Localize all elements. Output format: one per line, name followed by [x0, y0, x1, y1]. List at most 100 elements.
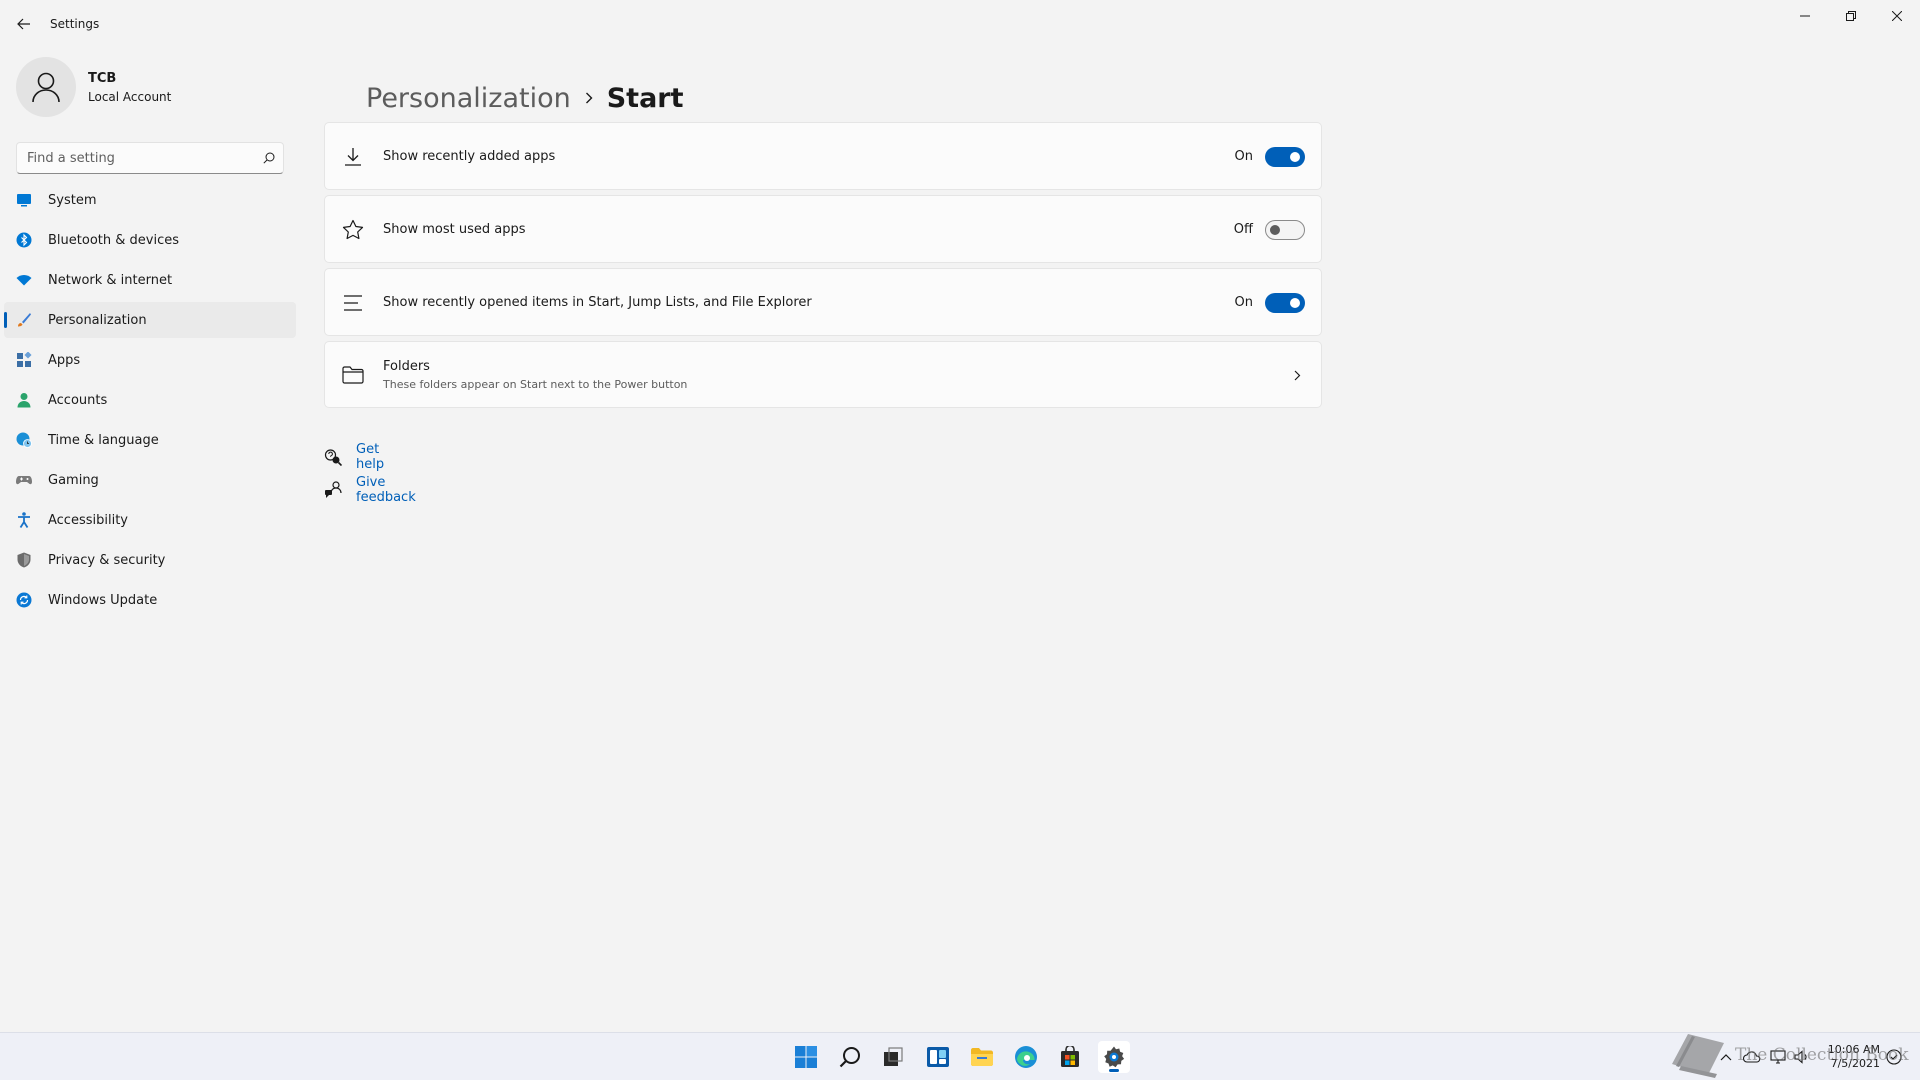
sidebar-item-accounts[interactable]: Accounts — [4, 382, 296, 418]
back-button[interactable] — [10, 10, 38, 38]
search-button[interactable] — [834, 1041, 866, 1073]
search-box[interactable] — [16, 142, 284, 174]
folder-icon — [971, 1048, 993, 1066]
apps-icon — [17, 352, 32, 367]
widgets-button[interactable] — [922, 1041, 954, 1073]
recently-added-apps-toggle[interactable] — [1265, 147, 1305, 167]
sidebar-item-label: Personalization — [48, 312, 147, 328]
setting-label: Show most used apps — [383, 222, 526, 237]
account-type: Local Account — [88, 90, 172, 104]
account-panel[interactable]: TCB Local Account — [16, 57, 296, 117]
avatar[interactable] — [16, 57, 76, 117]
toggle-knob — [1270, 225, 1280, 235]
gamepad-icon — [16, 476, 32, 485]
account-name: TCB — [88, 71, 117, 86]
windows-logo-icon — [795, 1046, 817, 1068]
gear-icon — [1104, 1046, 1125, 1068]
download-icon — [341, 145, 365, 169]
setting-recently-added-apps[interactable]: Show recently added apps On — [324, 122, 1322, 190]
minimize-icon — [1800, 15, 1810, 17]
sidebar-item-network[interactable]: Network & internet — [4, 262, 296, 298]
search-icon[interactable] — [263, 152, 275, 164]
recently-opened-items-toggle[interactable] — [1265, 293, 1305, 313]
sidebar-item-label: Accounts — [48, 392, 108, 408]
help-icon — [324, 449, 342, 466]
toggle-state-label: Off — [1233, 222, 1253, 237]
task-view-icon — [884, 1047, 903, 1066]
sidebar-item-bluetooth[interactable]: Bluetooth & devices — [4, 222, 296, 258]
most-used-apps-toggle[interactable] — [1265, 220, 1305, 240]
sidebar-item-accessibility[interactable]: Accessibility — [4, 502, 296, 538]
bluetooth-icon — [16, 232, 32, 248]
toggle-state-label: On — [1234, 295, 1253, 310]
arrow-left-icon — [17, 18, 30, 30]
wifi-icon — [16, 275, 32, 286]
search-icon — [839, 1047, 860, 1068]
sidebar-item-label: Gaming — [48, 472, 99, 488]
chevron-right-icon — [585, 92, 593, 104]
get-help-text[interactable]: Get help — [356, 442, 384, 472]
breadcrumb: Personalization Start — [366, 78, 684, 118]
setting-most-used-apps[interactable]: Show most used apps Off — [324, 195, 1322, 263]
edge-button[interactable] — [1010, 1041, 1042, 1073]
sidebar-item-label: Apps — [48, 352, 81, 368]
sidebar-item-label: System — [48, 192, 97, 208]
folder-icon — [341, 363, 365, 387]
feedback-icon — [325, 481, 342, 498]
file-explorer-button[interactable] — [966, 1041, 998, 1073]
person-icon — [17, 393, 31, 408]
start-button[interactable] — [790, 1041, 822, 1073]
shield-icon — [17, 552, 31, 568]
sidebar-item-label: Bluetooth & devices — [48, 232, 179, 248]
setting-label: Show recently opened items in Start, Jum… — [383, 295, 812, 310]
toggle-knob — [1290, 298, 1300, 308]
page-title: Start — [606, 82, 684, 114]
setting-label: Show recently added apps — [383, 149, 556, 164]
sidebar-item-label: Privacy & security — [48, 552, 166, 568]
setting-description: These folders appear on Start next to th… — [383, 378, 688, 391]
setting-recently-opened-items[interactable]: Show recently opened items in Start, Jum… — [324, 268, 1322, 336]
sidebar-item-label: Windows Update — [48, 592, 158, 608]
sidebar-item-label: Network & internet — [48, 272, 173, 288]
update-icon — [16, 592, 32, 608]
sidebar-item-apps[interactable]: Apps — [4, 342, 296, 378]
sidebar-item-windows-update[interactable]: Windows Update — [4, 582, 296, 618]
restore-icon — [1846, 11, 1856, 21]
sidebar-item-gaming[interactable]: Gaming — [4, 462, 296, 498]
search-input[interactable] — [27, 143, 247, 173]
store-button[interactable] — [1054, 1041, 1086, 1073]
minimize-button[interactable] — [1782, 0, 1828, 32]
sidebar-item-label: Time & language — [48, 432, 159, 448]
restore-button[interactable] — [1828, 0, 1874, 32]
give-feedback-text[interactable]: Give feedback — [356, 475, 416, 505]
brush-icon — [18, 313, 31, 327]
sidebar-nav: System Bluetooth & devices Network & int… — [4, 182, 296, 622]
edge-icon — [1015, 1046, 1037, 1068]
close-button[interactable] — [1874, 0, 1920, 32]
toggle-state-label: On — [1234, 149, 1253, 164]
app-title: Settings — [50, 17, 100, 31]
task-view-button[interactable] — [877, 1041, 909, 1073]
monitor-icon — [17, 194, 31, 207]
setting-label: Folders — [383, 359, 430, 374]
sidebar-item-time-language[interactable]: Time & language — [4, 422, 296, 458]
settings-taskbar-button[interactable] — [1098, 1041, 1130, 1073]
sidebar-item-privacy[interactable]: Privacy & security — [4, 542, 296, 578]
widgets-icon — [927, 1047, 949, 1067]
setting-folders[interactable]: Folders These folders appear on Start ne… — [324, 341, 1322, 408]
toggle-knob — [1290, 152, 1300, 162]
sidebar-item-label: Accessibility — [48, 512, 128, 528]
breadcrumb-parent[interactable]: Personalization — [366, 83, 571, 114]
star-icon — [341, 218, 365, 242]
chevron-right-icon — [1294, 370, 1301, 381]
sidebar-item-system[interactable]: System — [4, 182, 296, 218]
accessibility-icon — [18, 512, 30, 528]
close-icon — [1892, 11, 1902, 21]
user-icon — [32, 72, 60, 103]
store-icon — [1061, 1046, 1079, 1067]
taskbar: 10:06 AM 7/5/2021 — [0, 1032, 1920, 1080]
title-bar: Settings — [0, 0, 1920, 48]
sidebar-item-personalization[interactable]: Personalization — [4, 302, 296, 338]
list-icon — [341, 291, 365, 315]
globe-clock-icon — [16, 432, 32, 448]
